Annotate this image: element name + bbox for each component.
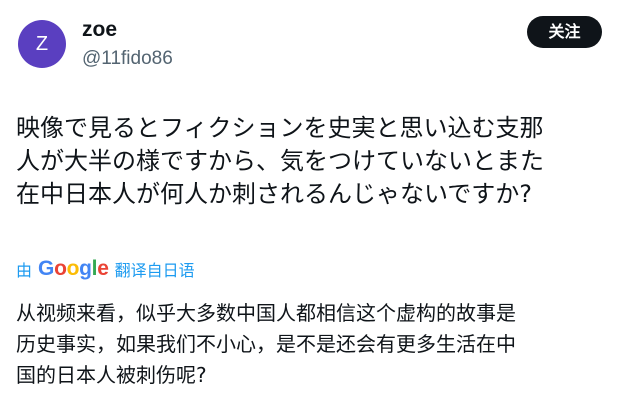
avatar[interactable]: Z <box>18 20 66 68</box>
translated-text-line: 历史事实，如果我们不小心，是不是还会有更多生活在中 <box>16 332 516 356</box>
post-text-line: 在中日本人が何人か刺されるんじゃないですか? <box>16 180 533 208</box>
translated-text-line: 从视频来看，似乎大多数中国人都相信这个虚构的故事是 <box>16 301 516 325</box>
display-name[interactable]: zoe <box>82 16 117 44</box>
avatar-letter: Z <box>35 33 49 55</box>
translated-text: 从视频来看，似乎大多数中国人都相信这个虚构的故事是 历史事实，如果我们不小心，是… <box>16 298 626 391</box>
post-card: Z zoe @11fido86 关注 映像で見るとフィクションを史実と思い込む支… <box>0 0 640 419</box>
translation-attribution: 由 Google 翻译自日语 <box>16 256 195 282</box>
translated-from-link[interactable]: 翻译自日语 <box>115 257 195 281</box>
post-text-line: 映像で見るとフィクションを史実と思い込む支那 <box>16 114 544 142</box>
google-logo: Google <box>38 257 109 280</box>
post-text: 映像で見るとフィクションを史実と思い込む支那 人が大半の様ですから、気をつけてい… <box>16 112 626 211</box>
follow-button[interactable]: 关注 <box>527 16 602 48</box>
post-text-line: 人が大半の様ですから、気をつけていないとまた <box>16 147 544 175</box>
user-handle[interactable]: @11fido86 <box>82 47 173 71</box>
translated-text-line: 国的日本人被刺伤呢? <box>16 363 207 387</box>
translated-by-label: 由 <box>16 261 33 280</box>
